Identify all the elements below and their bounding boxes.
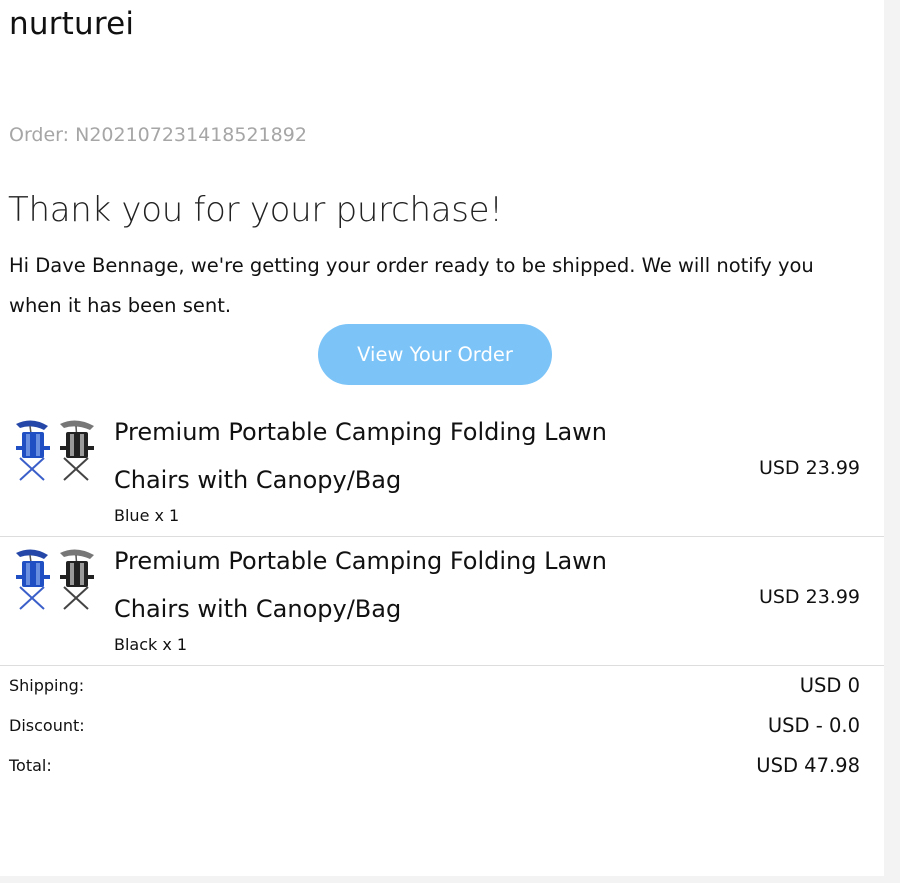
- order-number: Order: N202107231418521892: [9, 124, 307, 146]
- total-value: USD 47.98: [756, 754, 860, 777]
- camping-chairs-icon: [16, 549, 94, 610]
- shipping-value: USD 0: [799, 674, 860, 697]
- item-variant: Black x 1: [114, 635, 188, 654]
- item-price: USD 23.99: [758, 586, 860, 608]
- discount-value: USD - 0.0: [767, 714, 860, 737]
- item-variant: Blue x 1: [114, 506, 180, 525]
- item-title: Premium Portable Camping Folding Lawn Ch…: [114, 547, 608, 623]
- discount-row: Discount: USD - 0.0: [0, 714, 884, 740]
- item-title: Premium Portable Camping Folding Lawn Ch…: [114, 418, 608, 494]
- view-order-button[interactable]: View Your Order: [318, 324, 552, 385]
- brand-name: nurturei: [9, 6, 135, 42]
- order-item: Premium Portable Camping Folding Lawn Ch…: [0, 537, 884, 666]
- order-confirmation-page: nurturei Order: N202107231418521892 Than…: [0, 0, 884, 876]
- order-item: Premium Portable Camping Folding Lawn Ch…: [0, 408, 884, 537]
- total-label: Total:: [9, 756, 52, 775]
- total-row: Total: USD 47.98: [0, 754, 884, 780]
- discount-label: Discount:: [9, 716, 85, 735]
- page-title: Thank you for your purchase!: [8, 190, 503, 230]
- camping-chairs-icon: [16, 420, 94, 481]
- confirmation-message: Hi Dave Bennage, we're getting your orde…: [9, 254, 814, 317]
- shipping-label: Shipping:: [9, 676, 85, 695]
- shipping-row: Shipping: USD 0: [0, 674, 884, 700]
- item-price: USD 23.99: [758, 457, 860, 479]
